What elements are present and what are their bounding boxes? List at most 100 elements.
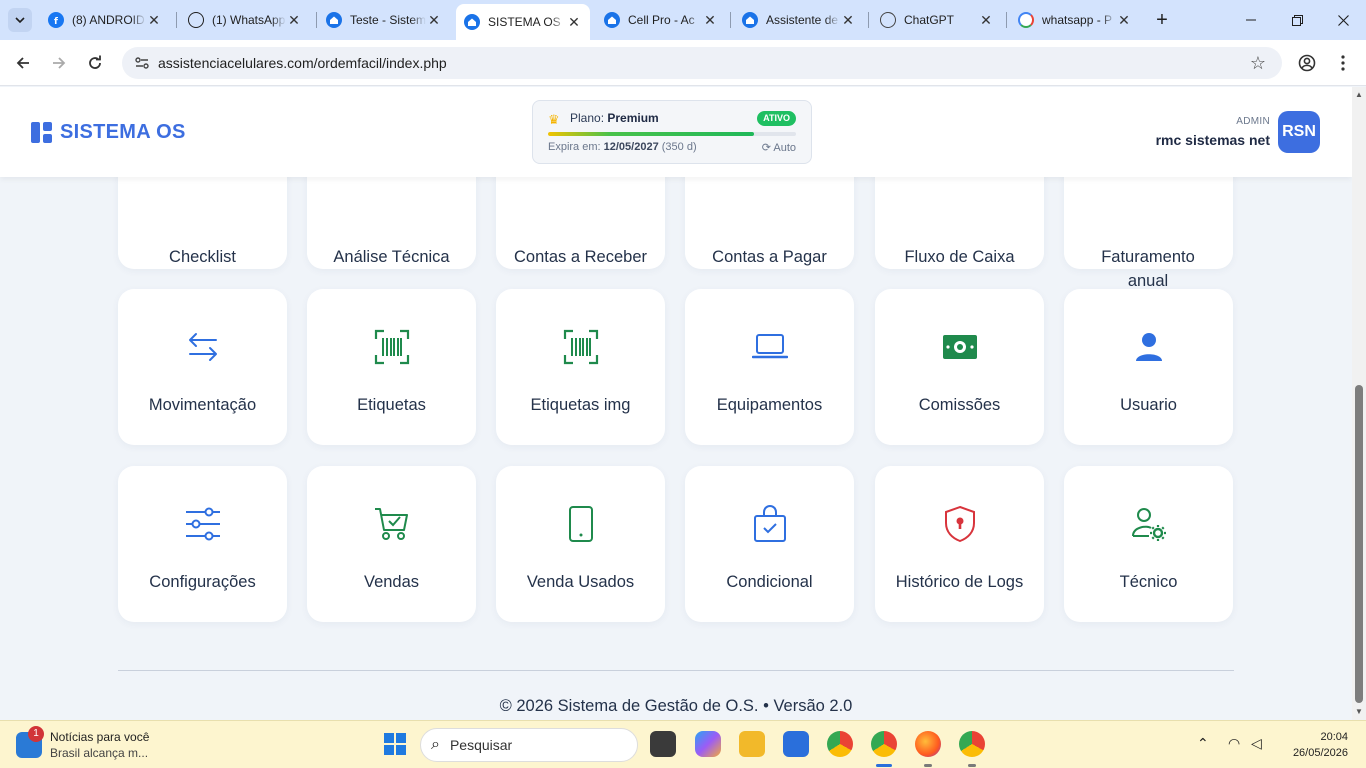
page-scrollbar[interactable]: ▲ ▼ (1352, 87, 1366, 720)
reload-icon (89, 55, 101, 69)
address-bar[interactable]: assistenciacelulares.com/ordemfacil/inde… (122, 47, 1282, 79)
module-label: Equipamentos (716, 396, 823, 414)
new-tab-button[interactable]: + (1150, 8, 1174, 32)
expire-date: 12/05/2027 (603, 141, 659, 153)
module-label: Condicional (726, 573, 813, 591)
module-card-condicional[interactable]: Condicional (685, 466, 854, 622)
menu-button[interactable] (1328, 48, 1358, 78)
bookmark-star-icon[interactable]: ☆ (1250, 53, 1266, 74)
browser-tab-8[interactable]: whatsapp - P ✕ (1010, 6, 1140, 34)
close-icon[interactable]: ✕ (146, 12, 162, 28)
module-card-movimentacao[interactable]: Movimentação (118, 289, 287, 445)
close-icon[interactable]: ✕ (978, 12, 994, 28)
tab-title: Teste - Sistem (350, 13, 426, 27)
tab-search-button[interactable] (8, 8, 32, 32)
browser-tab-1[interactable]: f (8) ANDROID ✕ (40, 6, 170, 34)
laptop-icon (685, 325, 854, 369)
back-button[interactable] (8, 48, 38, 78)
scroll-up-icon[interactable]: ▲ (1354, 90, 1364, 100)
clock[interactable]: 20:04 26/05/2026 (1293, 729, 1348, 761)
taskbar-search-placeholder: Pesquisar (449, 737, 513, 753)
tab-title: ChatGPT (904, 13, 955, 27)
chevron-down-icon (15, 17, 25, 24)
tab-separator (730, 12, 731, 28)
arrow-left-icon (16, 57, 29, 69)
house-icon (604, 12, 620, 28)
plan-auto-renew[interactable]: ⟳ Auto (762, 141, 796, 154)
user-menu[interactable]: ADMIN rmc sistemas net RSN (1156, 111, 1320, 153)
module-label: Histórico de Logs (895, 573, 1024, 591)
module-card-equipamentos[interactable]: Equipamentos (685, 289, 854, 445)
cash-icon (875, 325, 1044, 369)
active-app-indicator (876, 764, 892, 767)
app-indicator (924, 764, 932, 767)
close-icon[interactable]: ✕ (286, 12, 302, 28)
chevron-up-icon[interactable]: ⌃ (1197, 735, 1209, 752)
module-card-vendas[interactable]: Vendas (307, 466, 476, 622)
module-card-tecnico[interactable]: Técnico (1064, 466, 1233, 622)
wifi-icon[interactable]: ◠ (1228, 735, 1240, 752)
module-card-venda-usados[interactable]: Venda Usados (496, 466, 665, 622)
module-label: Usuario (1120, 396, 1177, 414)
url-text: assistenciacelulares.com/ordemfacil/inde… (158, 55, 447, 71)
file-explorer-icon[interactable] (739, 731, 765, 757)
avatar[interactable]: RSN (1278, 111, 1320, 153)
module-card-etiquetas[interactable]: Etiquetas (307, 289, 476, 445)
close-icon[interactable]: ✕ (702, 12, 718, 28)
taskbar-search[interactable]: ⌕ Pesquisar (420, 728, 638, 762)
chrome-profile-icon[interactable] (871, 731, 897, 757)
scrollbar-thumb[interactable] (1355, 385, 1363, 703)
browser-tab-6[interactable]: Assistente de ✕ (734, 6, 864, 34)
windows-start-icon[interactable] (384, 733, 406, 755)
firefox-icon[interactable] (915, 731, 941, 757)
forward-button[interactable] (44, 48, 74, 78)
brand-name: SISTEMA OS (60, 121, 186, 143)
close-icon[interactable]: ✕ (426, 12, 442, 28)
module-card-etiquetas-img[interactable]: Etiquetas img (496, 289, 665, 445)
close-icon[interactable]: ✕ (566, 14, 582, 30)
profile-button[interactable] (1292, 48, 1322, 78)
module-card-comissoes[interactable]: Comissões (875, 289, 1044, 445)
brand[interactable]: SISTEMA OS (31, 121, 186, 144)
copilot-icon[interactable] (695, 731, 721, 757)
site-info-icon[interactable] (132, 53, 152, 73)
close-icon[interactable]: ✕ (840, 12, 856, 28)
chrome-alt-profile-icon[interactable] (959, 731, 985, 757)
browser-tab-2[interactable]: (1) WhatsApp ✕ (180, 6, 310, 34)
news-widget[interactable]: 1 Notícias para você Brasil alcança m... (16, 726, 149, 761)
user-gear-icon (1064, 502, 1233, 546)
user-role: ADMIN (1236, 116, 1270, 127)
module-label: Movimentação (148, 396, 257, 414)
plan-progress-fill (548, 132, 754, 136)
module-card-historico-logs[interactable]: Histórico de Logs (875, 466, 1044, 622)
browser-tab-3[interactable]: Teste - Sistem ✕ (318, 6, 450, 34)
module-card-usuario[interactable]: Usuario (1064, 289, 1233, 445)
profile-icon (1298, 54, 1316, 72)
close-window-button[interactable] (1320, 0, 1366, 40)
reload-button[interactable] (80, 48, 110, 78)
scroll-down-icon[interactable]: ▼ (1354, 707, 1364, 717)
browser-tab-active[interactable]: SISTEMA OS ✕ (456, 4, 590, 40)
module-label: Comissões (918, 396, 1001, 414)
task-view-icon[interactable] (650, 731, 676, 757)
refresh-icon: ⟳ (761, 142, 771, 154)
microsoft-store-icon[interactable] (783, 731, 809, 757)
sliders-icon (118, 502, 287, 546)
more-vertical-icon (1341, 55, 1345, 71)
tab-title: whatsapp - P (1042, 13, 1113, 27)
restore-button[interactable] (1274, 0, 1320, 40)
browser-tab-5[interactable]: Cell Pro - Ac ✕ (596, 6, 726, 34)
minimize-button[interactable] (1228, 0, 1274, 40)
browser-tab-7[interactable]: ChatGPT ✕ (872, 6, 1002, 34)
close-icon[interactable]: ✕ (1116, 12, 1132, 28)
module-card-configuracoes[interactable]: Configurações (118, 466, 287, 622)
module-label: Fluxo de Caixa (904, 248, 1015, 266)
dashboard-logo-icon (31, 122, 52, 143)
plan-label: Plano: Premium (570, 111, 659, 125)
taskbar: 1 Notícias para você Brasil alcança m...… (0, 720, 1366, 768)
volume-icon[interactable]: ◁ (1251, 735, 1262, 752)
expire-days: (350 d) (661, 141, 697, 153)
module-label: Análise Técnica (333, 248, 450, 266)
chrome-icon[interactable] (827, 731, 853, 757)
plan-status-badge: ATIVO (757, 111, 796, 126)
